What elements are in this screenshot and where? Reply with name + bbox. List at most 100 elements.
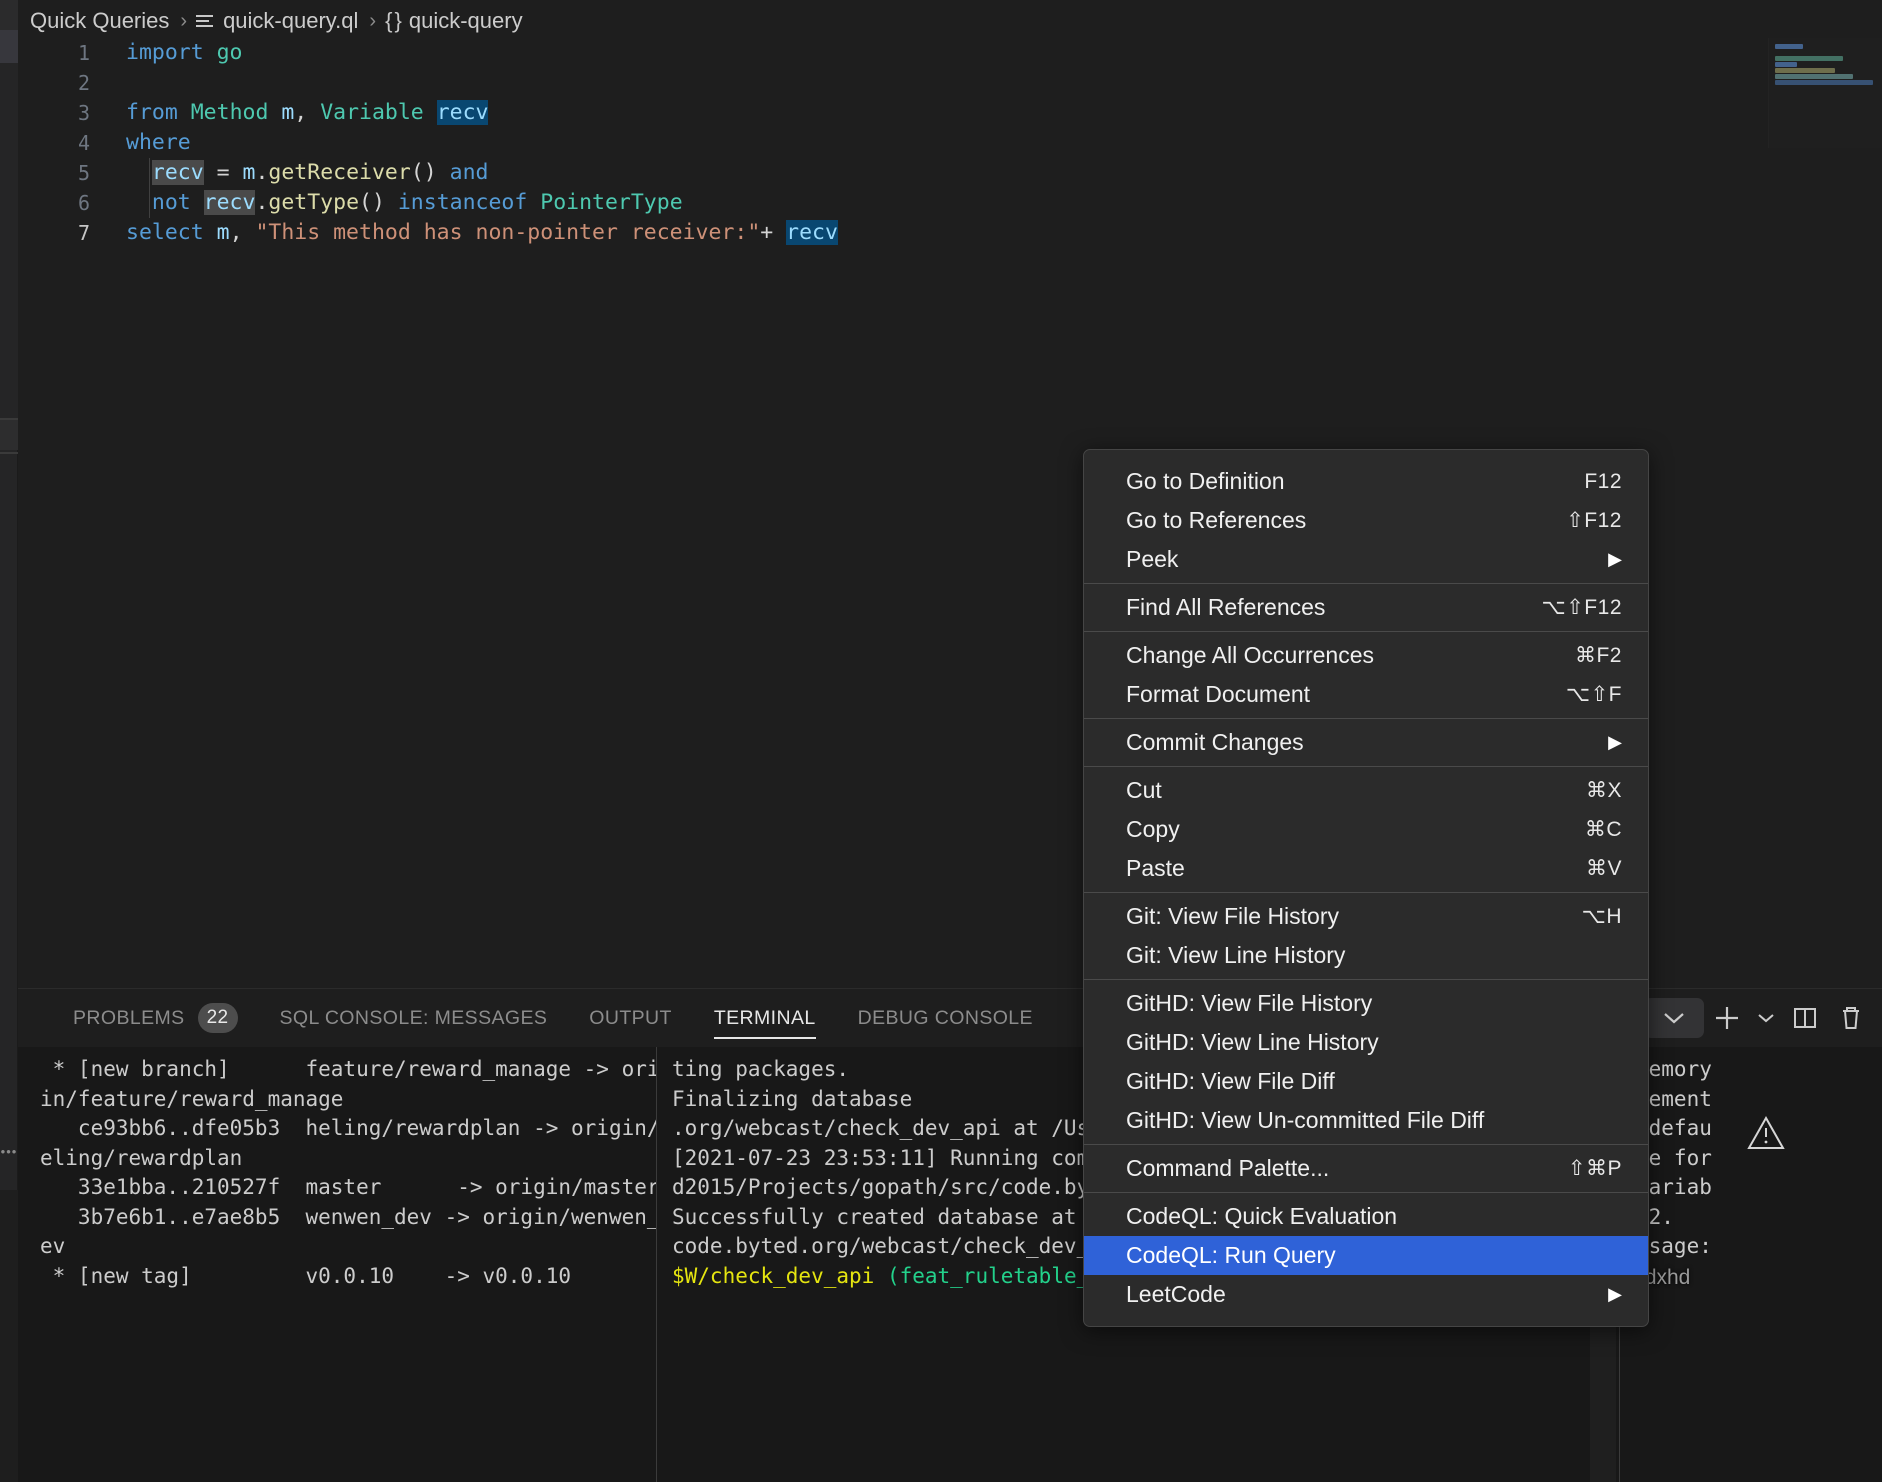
activity-strip-more-icon[interactable]: ••• (0, 1145, 18, 1158)
menu-item-copy[interactable]: Copy ⌘C (1084, 810, 1648, 849)
panel-tab-terminal[interactable]: TERMINAL (693, 989, 837, 1047)
menu-item-label: Git: View Line History (1126, 942, 1346, 968)
menu-item-git-view-file-history[interactable]: Git: View File History ⌥H (1084, 897, 1648, 936)
menu-item-shortcut: ⇧F12 (1566, 509, 1622, 532)
menu-item-format-document[interactable]: Format Document ⌥⇧F (1084, 675, 1648, 714)
menu-item-label: GitHD: View File History (1126, 990, 1373, 1016)
menu-item-label: Cut (1126, 777, 1162, 803)
menu-item-label: CodeQL: Quick Evaluation (1126, 1203, 1398, 1229)
line-number[interactable]: 4 (18, 128, 90, 158)
breadcrumb-symbol[interactable]: quick-query (407, 8, 525, 34)
line-number[interactable]: 1 (18, 38, 90, 68)
breadcrumb-root[interactable]: Quick Queries (28, 8, 171, 34)
code-token: not (151, 190, 204, 215)
breadcrumb-file[interactable]: quick-query.ql (221, 8, 360, 34)
panel-tab-debug-console[interactable]: DEBUG CONSOLE (837, 989, 1054, 1047)
menu-item-shortcut: ⌘F2 (1574, 644, 1622, 667)
menu-item-label: Find All References (1126, 594, 1326, 620)
line-number[interactable]: 6 (18, 188, 90, 218)
menu-item-label: GitHD: View Un-committed File Diff (1126, 1107, 1485, 1133)
activity-strip-segment[interactable] (0, 420, 18, 450)
chevron-down-button[interactable] (1644, 998, 1704, 1038)
menu-item-go-to-references[interactable]: Go to References ⇧F12 (1084, 501, 1648, 540)
code-token: getReceiver (268, 160, 411, 185)
code-token: . (255, 190, 269, 215)
terminal-line: 32. (1636, 1204, 1674, 1229)
activity-strip-divider (0, 452, 18, 454)
menu-item-label: Paste (1126, 855, 1185, 881)
code-token: = (203, 160, 243, 185)
menu-item-find-all-references[interactable]: Find All References ⌥⇧F12 (1084, 588, 1648, 627)
code-token: , (229, 220, 256, 245)
line-number[interactable]: 7 (18, 218, 90, 248)
problems-count-badge: 22 (197, 1003, 238, 1033)
menu-item-label: Peek (1126, 546, 1179, 572)
menu-item-label: GitHD: View Line History (1126, 1029, 1379, 1055)
menu-item-codeql-run-query[interactable]: CodeQL: Run Query (1084, 1236, 1648, 1275)
menu-item-shortcut: ⌘X (1585, 779, 1622, 802)
menu-item-githd-view-line-history[interactable]: GitHD: View Line History (1084, 1023, 1648, 1062)
menu-item-command-palette[interactable]: Command Palette... ⇧⌘P (1084, 1149, 1648, 1188)
terminal-line: Usage: (1636, 1234, 1712, 1258)
menu-group: Commit Changes ▶ (1084, 719, 1648, 766)
menu-item-git-view-line-history[interactable]: Git: View Line History (1084, 936, 1648, 975)
panel-tab-sql-console-messages[interactable]: SQL CONSOLE: MESSAGES (259, 989, 569, 1047)
menu-item-paste[interactable]: Paste ⌘V (1084, 849, 1648, 888)
line-number[interactable]: 2 (18, 68, 90, 98)
code-token: where (126, 130, 191, 155)
new-terminal-dropdown[interactable] (1750, 995, 1782, 1041)
menu-item-peek[interactable]: Peek ▶ (1084, 540, 1648, 579)
split-terminal-button[interactable] (1782, 995, 1828, 1041)
panel-tab-label: SQL CONSOLE: MESSAGES (279, 1006, 548, 1029)
terminal-splitter[interactable] (656, 1047, 657, 1482)
code-line-content[interactable]: import go (126, 38, 243, 68)
panel-tab-output[interactable]: OUTPUT (568, 989, 693, 1047)
terminal-pane-left[interactable]: * [new branch] feature/reward_manage -> … (40, 1055, 656, 1482)
code-token: , (294, 100, 321, 125)
activity-bar-strip[interactable]: ••• (0, 0, 18, 1190)
menu-item-cut[interactable]: Cut ⌘X (1084, 771, 1648, 810)
activity-strip-segment (0, 63, 18, 418)
code-token: recv (786, 220, 838, 245)
menu-item-githd-view-file-diff[interactable]: GitHD: View File Diff (1084, 1062, 1648, 1101)
activity-strip-active-segment[interactable] (0, 30, 18, 63)
warning-icon (1746, 1115, 1786, 1156)
kill-terminal-button[interactable] (1828, 995, 1874, 1041)
terminal-line: ce93bb6..dfe05b3 heling/rewardplan -> or… (40, 1116, 656, 1140)
minimap-line (1775, 74, 1853, 79)
menu-item-change-all-occurrences[interactable]: Change All Occurrences ⌘F2 (1084, 636, 1648, 675)
terminal-line: * [new tag] v0.0.10 -> v0.0.10 (40, 1263, 572, 1288)
code-token: select (126, 220, 217, 245)
menu-group: Git: View File History ⌥H Git: View Line H… (1084, 893, 1648, 979)
panel-action-bar[interactable] (1644, 989, 1874, 1047)
editor-context-menu[interactable]: Go to Definition F12 Go to References ⇧F12 P… (1083, 449, 1649, 1327)
new-terminal-button[interactable] (1704, 995, 1750, 1041)
line-number[interactable]: 3 (18, 98, 90, 128)
code-line-content[interactable]: from Method m, Variable recv (126, 98, 489, 128)
menu-item-label: Git: View File History (1126, 903, 1340, 929)
menu-item-codeql-quick-evaluation[interactable]: CodeQL: Quick Evaluation (1084, 1197, 1648, 1236)
menu-item-leetcode[interactable]: LeetCode ▶ (1084, 1275, 1648, 1314)
panel-tab-problems[interactable]: PROBLEMS 22 (52, 989, 259, 1047)
code-token: m (216, 220, 230, 245)
menu-item-githd-view-un-committed-file-diff[interactable]: GitHD: View Un-committed File Diff (1084, 1101, 1648, 1140)
code-token: go (216, 40, 243, 65)
code-line-content[interactable]: not recv.getType() instanceof PointerTyp… (126, 188, 683, 218)
code-line-content[interactable]: select m, "This method has non-pointer r… (126, 218, 838, 248)
menu-item-go-to-definition[interactable]: Go to Definition F12 (1084, 462, 1648, 501)
terminal-line: 33e1bba..210527f master -> origin/master (40, 1175, 656, 1199)
menu-item-label: Format Document (1126, 681, 1311, 707)
editor-minimap[interactable] (1768, 38, 1882, 148)
submenu-arrow-icon: ▶ (1608, 549, 1622, 569)
code-token: . (255, 160, 269, 185)
terminal-line: * [new branch] feature/reward_manage -> … (40, 1057, 656, 1081)
terminal-line: 3b7e6b1..e7ae8b5 wenwen_dev -> origin/we… (40, 1204, 656, 1229)
code-line-content[interactable]: where (126, 128, 191, 158)
line-number[interactable]: 5 (18, 158, 90, 188)
menu-item-shortcut: ⌘C (1584, 818, 1622, 841)
breadcrumb[interactable]: Quick Queries › quick-query.ql › { } qui… (28, 6, 525, 36)
menu-item-commit-changes[interactable]: Commit Changes ▶ (1084, 723, 1648, 762)
menu-group: Command Palette... ⇧⌘P (1084, 1145, 1648, 1192)
menu-item-githd-view-file-history[interactable]: GitHD: View File History (1084, 984, 1648, 1023)
code-line-content[interactable]: recv = m.getReceiver() and (126, 158, 489, 188)
